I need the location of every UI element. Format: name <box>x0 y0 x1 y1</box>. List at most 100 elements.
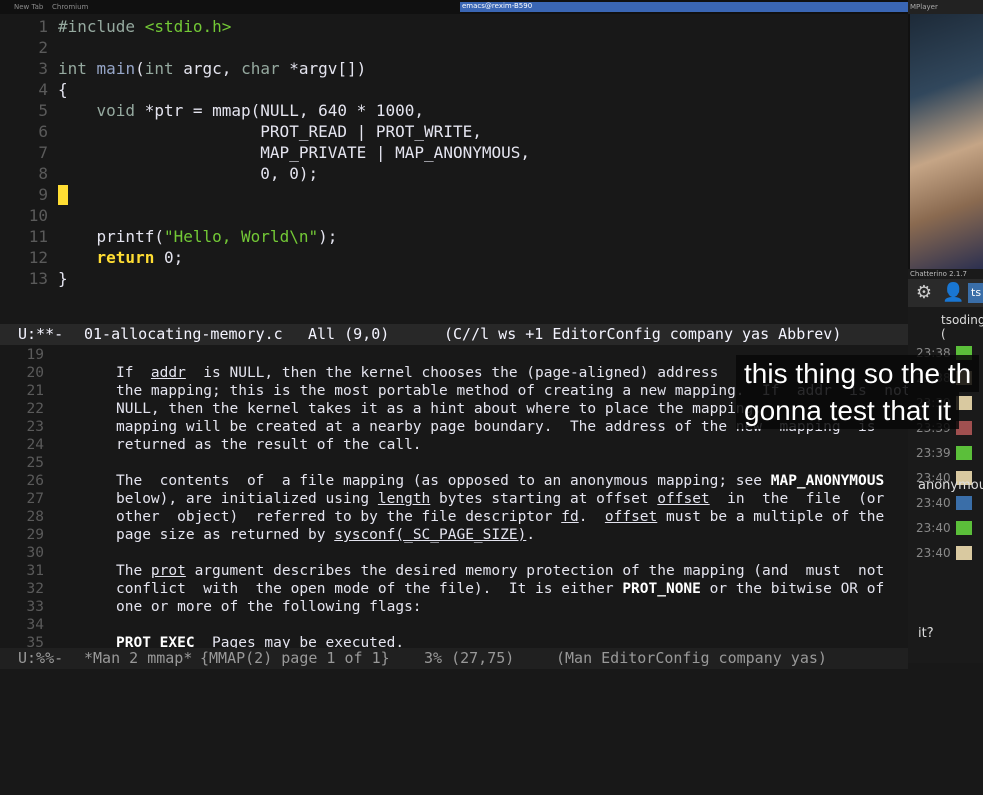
code-token: The contents of a file mapping (as oppos… <box>116 473 771 489</box>
modeline-code[interactable]: U:**- 01-allocating-memory.c All (9,0) (… <box>0 324 908 345</box>
man-line-text: returned as the result of the call. <box>116 436 422 454</box>
line-number: 7 <box>38 143 48 162</box>
code-token: 0; <box>154 248 184 267</box>
code-line-text: printf("Hello, World\n"); <box>58 226 338 247</box>
chat-message-text: it? <box>918 626 934 641</box>
chat-timestamp: 23:40 <box>916 521 951 535</box>
code-token: length <box>377 491 431 507</box>
modeline-modes: (C//l ws +1 EditorConfig company yas Abb… <box>444 325 842 343</box>
line-number: 22 <box>26 401 44 417</box>
chromium-app-label: Chromium <box>52 3 89 11</box>
code-token: } <box>58 269 68 288</box>
user-account-icon[interactable]: 👤 <box>942 283 964 303</box>
line-number: 27 <box>26 491 44 507</box>
code-token: { <box>58 80 68 99</box>
text-cursor <box>58 185 68 205</box>
code-token: MAP_ANONYMOUS <box>770 473 885 489</box>
webcam-video <box>910 14 983 269</box>
code-token: #include <box>58 17 145 36</box>
code-token: . <box>578 509 605 525</box>
tab-channel[interactable]: ts <box>968 283 983 303</box>
code-token: fd <box>561 509 579 525</box>
line-number: 3 <box>38 59 48 78</box>
code-token: PROT_NONE <box>622 581 701 597</box>
channel-name: tsoding ( <box>941 313 983 341</box>
code-token: int <box>144 59 174 78</box>
emacs-window-title[interactable]: emacs@rexim-B590 <box>460 2 908 12</box>
line-number: 8 <box>38 164 48 183</box>
chat-timestamp: 23:39 <box>916 446 951 460</box>
code-buffer[interactable]: 1 #include <stdio.h> 2 3 int main(int argc, … <box>0 14 908 324</box>
code-token: printf( <box>58 227 164 246</box>
code-token: offset <box>657 491 710 507</box>
man-line-text: If addr is NULL, then the kernel chooses… <box>116 364 718 382</box>
code-token: below), are initialized using <box>116 491 378 507</box>
code-token: sysconf(_SC_PAGE_SIZE) <box>334 527 527 543</box>
modeline-man-status: U:%%- <box>18 649 64 667</box>
modeline-man-modes: (Man EditorConfig company yas) <box>556 649 827 667</box>
line-number: 25 <box>26 455 44 471</box>
modeline-man-position: 3% (27,75) <box>424 649 515 667</box>
code-token: or the bitwise OR of <box>700 581 885 597</box>
code-token: <stdio.h> <box>144 17 232 36</box>
man-line-text: The contents of a file mapping (as oppos… <box>116 472 884 490</box>
line-number: 11 <box>28 227 48 246</box>
line-number: 5 <box>38 101 48 120</box>
code-token: "Hello, World\n" <box>163 227 319 246</box>
code-token: is NULL, then the kernel chooses the (pa… <box>185 365 719 381</box>
line-number: 2 <box>38 38 48 57</box>
man-line-text: below), are initialized using length byt… <box>116 490 884 508</box>
line-number: 31 <box>26 563 44 579</box>
code-token: ); <box>318 227 338 246</box>
code-token: . <box>526 527 536 543</box>
code-token: other object) referred to by the file de… <box>116 509 562 525</box>
code-line-text: int main(int argc, char *argv[]) <box>58 58 366 79</box>
chat-badge-icon <box>956 496 972 510</box>
code-token: offset <box>604 509 658 525</box>
code-token: NULL, then the kernel takes it as a hint… <box>116 401 763 417</box>
line-number: 19 <box>26 347 44 363</box>
code-line-text: #include <stdio.h> <box>58 16 231 37</box>
code-token: must be a multiple of the <box>657 509 885 525</box>
line-number: 33 <box>26 599 44 615</box>
chromium-tab-label[interactable]: New Tab <box>14 3 43 11</box>
line-number: 30 <box>26 545 44 561</box>
code-token: addr <box>150 365 186 381</box>
man-line-text: The prot argument describes the desired … <box>116 562 884 580</box>
code-token: int <box>58 59 87 78</box>
chat-message[interactable]: 23:40 <box>916 495 972 511</box>
code-token: main <box>96 59 136 78</box>
code-token: bytes starting at offset <box>430 491 658 507</box>
man-line-text: other object) referred to by the file de… <box>116 508 884 526</box>
settings-gear-icon[interactable]: ⚙ <box>914 283 934 303</box>
emacs-window: 1 #include <stdio.h> 2 3 int main(int argc, … <box>0 14 910 669</box>
line-number: 28 <box>26 509 44 525</box>
code-token: page size as returned by <box>116 527 335 543</box>
code-token: *argv[]) <box>279 59 367 78</box>
modeline-man[interactable]: U:%%- *Man 2 mmap* {MMAP(2) page 1 of 1}… <box>0 648 908 669</box>
line-number: 4 <box>38 80 48 99</box>
chat-message[interactable]: 23:40 <box>916 520 972 536</box>
modeline-status: U:**- <box>18 325 64 343</box>
chat-badge-icon <box>956 521 972 535</box>
code-token: conflict with the open mode of the file)… <box>116 581 623 597</box>
chatterino-title: Chatterino 2.1.7 <box>910 270 967 278</box>
code-line-text: 0, 0); <box>58 163 318 184</box>
code-token: void <box>96 101 136 120</box>
chat-message[interactable]: 23:40 <box>916 545 972 561</box>
chat-username: anonymous <box>918 478 983 493</box>
code-token: The <box>116 563 151 579</box>
line-number: 21 <box>26 383 44 399</box>
mplayer-title-bar: MPlayer <box>908 0 983 14</box>
chat-badge-icon <box>956 446 972 460</box>
code-token: *ptr = mmap(NULL, 640 * 1000, <box>135 101 425 120</box>
line-number: 20 <box>26 365 44 381</box>
code-token: PROT_READ | PROT_WRITE, <box>58 122 482 141</box>
line-number: 9 <box>38 185 48 204</box>
code-token: return <box>96 248 155 267</box>
chat-message[interactable]: 23:39 <box>916 445 972 461</box>
code-line-text: } <box>58 268 68 289</box>
code-line-text: return 0; <box>58 247 184 268</box>
line-number: 13 <box>28 269 48 288</box>
